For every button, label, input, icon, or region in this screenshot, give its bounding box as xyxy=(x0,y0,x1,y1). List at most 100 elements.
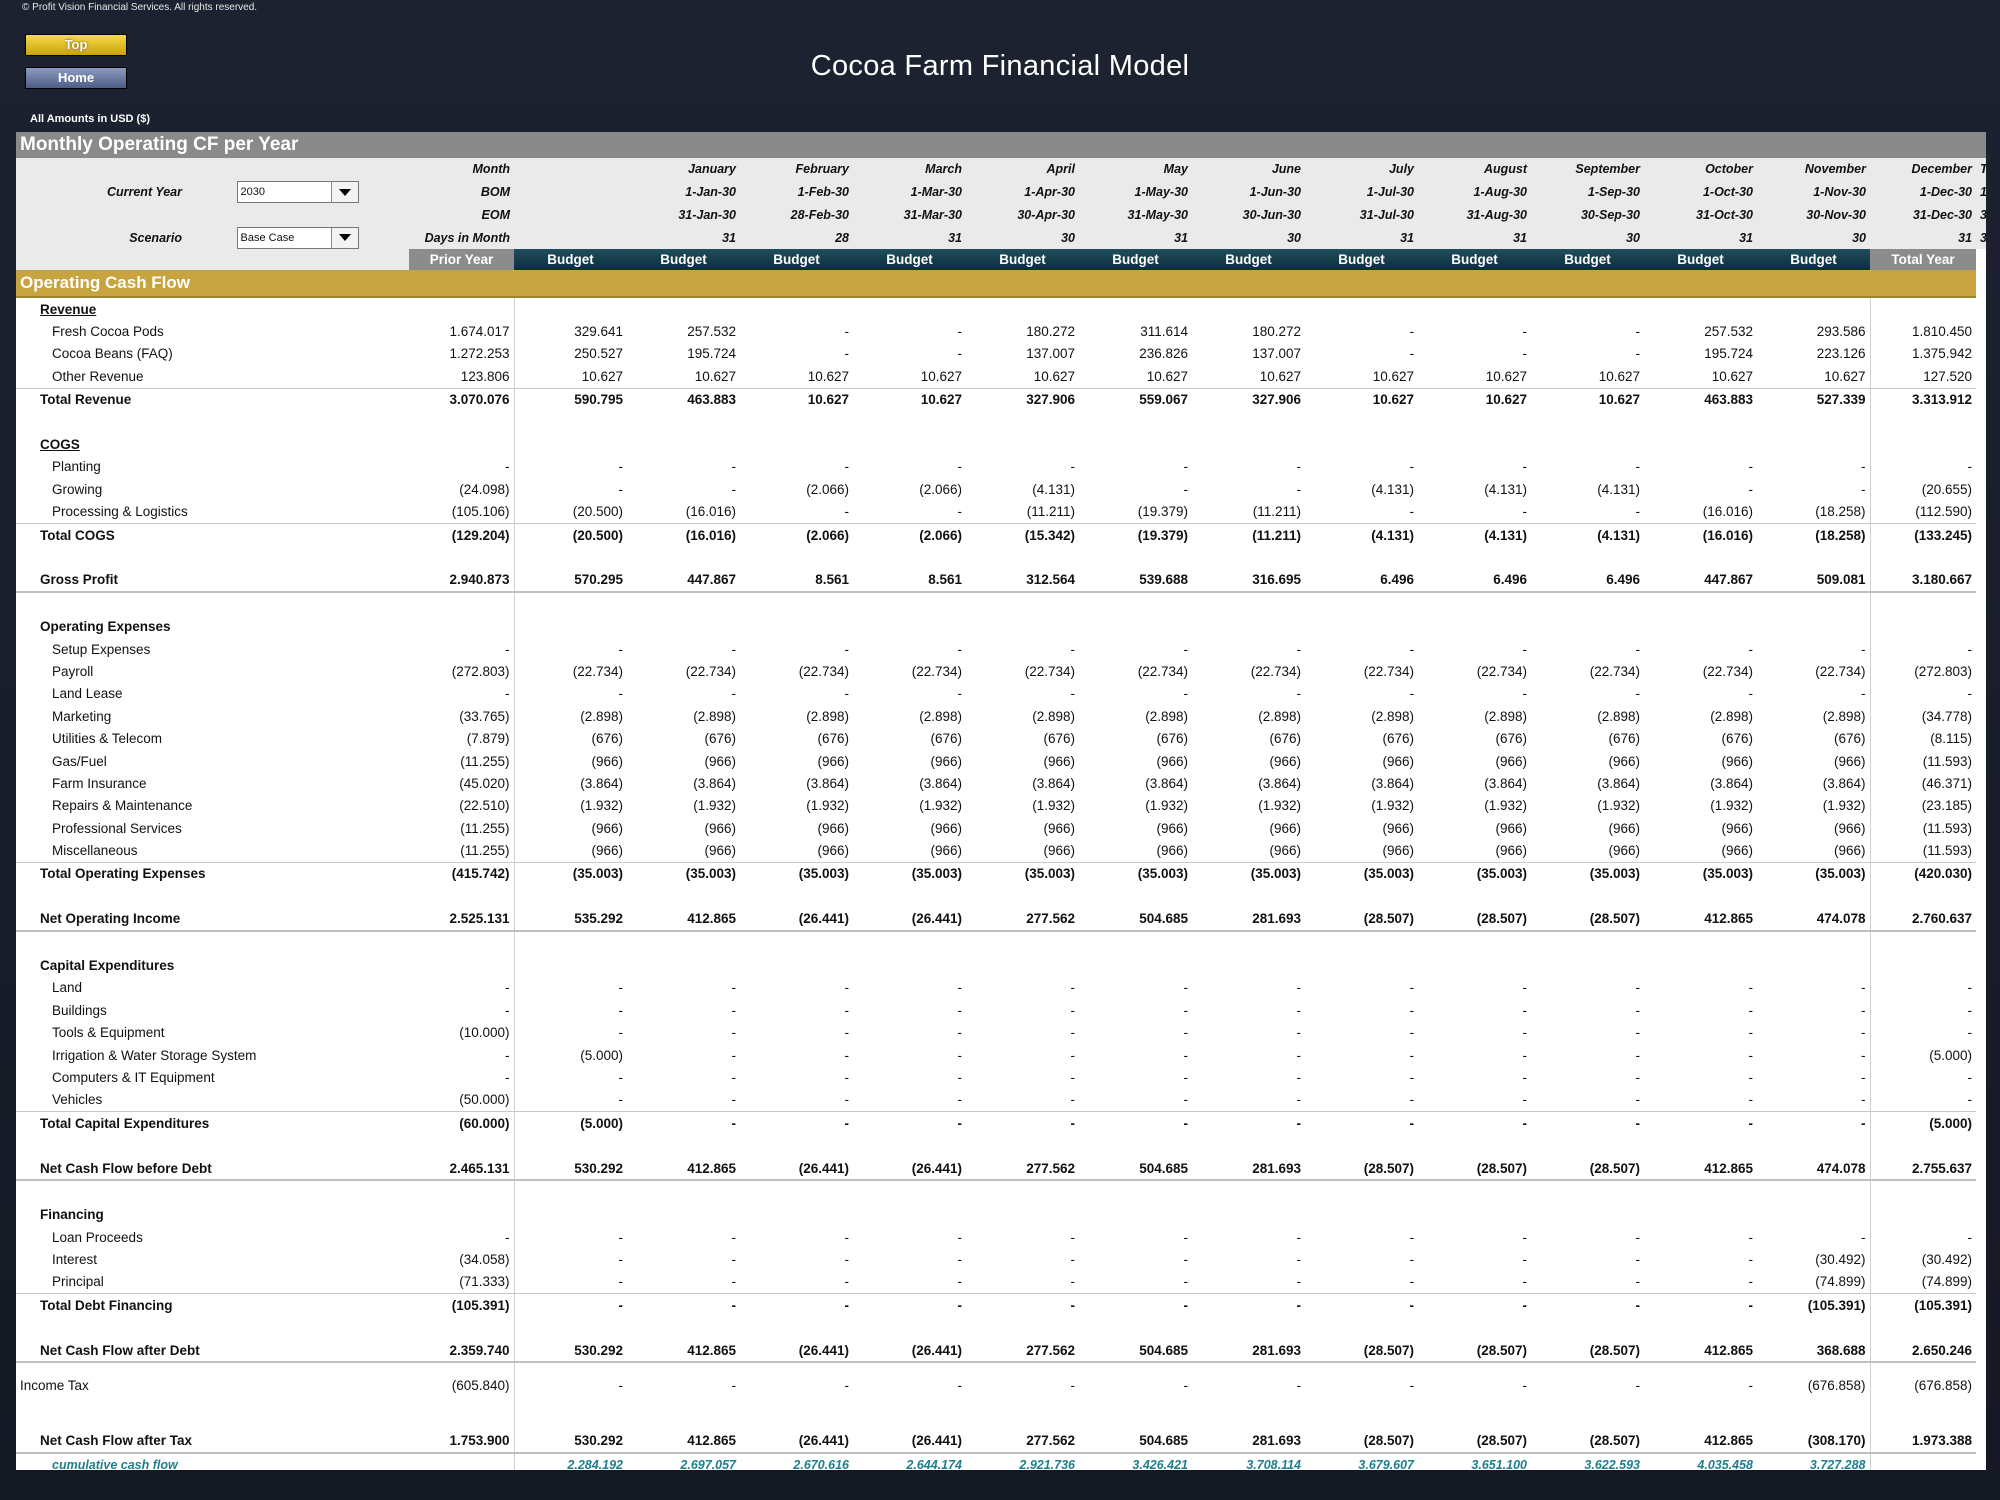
value-cell: 10.627 xyxy=(853,387,966,411)
month-header-cell: May xyxy=(1079,158,1192,181)
value-cell xyxy=(1870,1407,1976,1429)
value-cell: (415.742) xyxy=(409,861,515,886)
value-cell: (966) xyxy=(930,843,962,859)
value-cell: - xyxy=(1748,1252,1754,1268)
value-cell: (4.131) xyxy=(1531,522,1644,547)
value-cell xyxy=(1870,1204,1976,1226)
table-row: Growing (24.098) - - (2.066) (2.066) (4.131) - -… xyxy=(16,478,1986,501)
row-label-text: Capital Expenditures xyxy=(40,958,175,974)
value-cell: 257.532 xyxy=(687,324,736,340)
value-cell: - xyxy=(1409,324,1415,340)
value-cell: (308.170) xyxy=(1757,1429,1871,1455)
table-row: Payroll (272.803) (22.734) (22.734) (22.734)… xyxy=(16,660,1986,683)
value-cell: (966) xyxy=(591,843,623,859)
value-cell: (3.864) xyxy=(1710,775,1753,791)
value-cell: (676.858) xyxy=(1757,1362,1871,1408)
value-cell: (4.131) xyxy=(1371,481,1414,497)
value-cell: 3.651.100 xyxy=(1418,1452,1531,1470)
row-label: Gross Profit xyxy=(16,568,409,594)
row-label-text: Growing xyxy=(52,481,103,497)
row-label-text: COGS xyxy=(40,437,80,453)
days-row: Scenario Base Case Days in Month 31 28 31 3… xyxy=(16,226,1986,249)
value-cell xyxy=(1870,433,1976,455)
value-cell: (46.371) xyxy=(1921,775,1972,791)
value-cell: - xyxy=(618,1377,624,1393)
value-cell: (966) xyxy=(704,820,736,836)
row-label: Marketing xyxy=(16,705,409,727)
value-cell: - xyxy=(1748,1069,1754,1085)
value-cell: - xyxy=(731,1274,737,1290)
value-cell xyxy=(966,615,1079,637)
value-cell xyxy=(1305,931,1418,954)
month-header-cell: December xyxy=(1870,158,1976,181)
value-cell xyxy=(740,885,853,907)
value-cell: 10.627 xyxy=(1531,387,1644,411)
value-cell: 3.070.076 xyxy=(409,387,515,411)
value-cell xyxy=(627,1204,740,1226)
value-cell xyxy=(1757,885,1871,908)
month-header-cell: September xyxy=(1531,158,1644,181)
value-cell xyxy=(409,592,515,616)
value-cell: (272.803) xyxy=(1914,663,1972,679)
value-cell: (11.211) xyxy=(1026,504,1075,520)
value-cell: - xyxy=(1757,1226,1871,1249)
value-cell: - xyxy=(1079,1293,1192,1317)
row-label-text: Net Cash Flow after Tax xyxy=(40,1433,193,1449)
value-cell: - xyxy=(409,1066,515,1089)
value-cell: (1.932) xyxy=(806,798,849,814)
value-cell: (966) xyxy=(817,820,849,836)
value-cell: (24.098) xyxy=(409,478,515,501)
bom-header-cell: 1-Jul-30 xyxy=(1305,180,1418,204)
table-row: Net Cash Flow before Debt 2.465.131 530.29… xyxy=(16,1156,1986,1182)
value-cell xyxy=(1305,1134,1418,1156)
value-cell xyxy=(627,297,740,320)
bom-header-cell: 1-May-30 xyxy=(1079,180,1192,204)
value-cell: - xyxy=(1305,1293,1418,1317)
value-cell xyxy=(740,592,853,615)
value-cell: - xyxy=(844,1274,850,1290)
table-row: Net Operating Income 2.525.131 535.292 412.… xyxy=(16,907,1986,932)
value-cell: - xyxy=(1183,641,1189,657)
table-row: Total Debt Financing (105.391) - - - - - - - - - - -… xyxy=(16,1293,1986,1317)
value-cell: (4.131) xyxy=(1418,522,1531,547)
value-cell xyxy=(853,931,966,954)
value-cell xyxy=(740,931,853,954)
value-cell xyxy=(1757,930,1871,955)
value-cell: 8.561 xyxy=(853,568,966,594)
value-cell xyxy=(740,297,853,320)
value-cell: 570.295 xyxy=(514,568,627,594)
table-row: Processing & Logistics (105.106) (20.500) (… xyxy=(16,500,1986,524)
value-cell: (18.258) xyxy=(1757,522,1871,547)
value-cell: (966) xyxy=(930,820,962,836)
value-cell: - xyxy=(1522,641,1528,657)
value-cell: (676) xyxy=(1382,731,1414,747)
value-cell: 530.292 xyxy=(514,1338,627,1364)
value-cell: - xyxy=(731,1002,737,1018)
value-cell: (23.185) xyxy=(1921,798,1972,814)
value-cell xyxy=(1079,885,1192,907)
value-cell xyxy=(1531,411,1644,433)
dropdown-arrow-icon[interactable] xyxy=(330,227,358,248)
dropdown-arrow-icon[interactable] xyxy=(330,182,358,203)
table-row xyxy=(16,592,1986,616)
value-cell: (35.003) xyxy=(1757,861,1871,886)
value-cell: (33.765) xyxy=(409,705,515,728)
current-year-dropdown[interactable]: 2030 xyxy=(236,181,359,204)
value-cell: (2.066) xyxy=(919,481,962,497)
value-cell: 277.562 xyxy=(966,907,1079,932)
value-cell xyxy=(627,931,740,954)
value-cell: - xyxy=(1305,1111,1418,1135)
bom-header-cell: 1-Feb-30 xyxy=(740,180,853,204)
value-cell: - xyxy=(1409,459,1415,475)
value-cell xyxy=(1644,433,1757,455)
value-cell xyxy=(1757,1203,1871,1227)
value-cell: - xyxy=(1522,1377,1528,1393)
value-cell: (966) xyxy=(1757,839,1871,863)
value-cell xyxy=(514,954,627,976)
budget-column-header: Budget xyxy=(1757,249,1870,270)
value-cell: 530.292 xyxy=(514,1429,627,1455)
scenario-dropdown[interactable]: Base Case xyxy=(236,226,359,249)
value-cell: - xyxy=(1296,1069,1302,1085)
value-cell: 250.527 xyxy=(574,346,623,362)
value-cell: - xyxy=(844,1092,850,1108)
